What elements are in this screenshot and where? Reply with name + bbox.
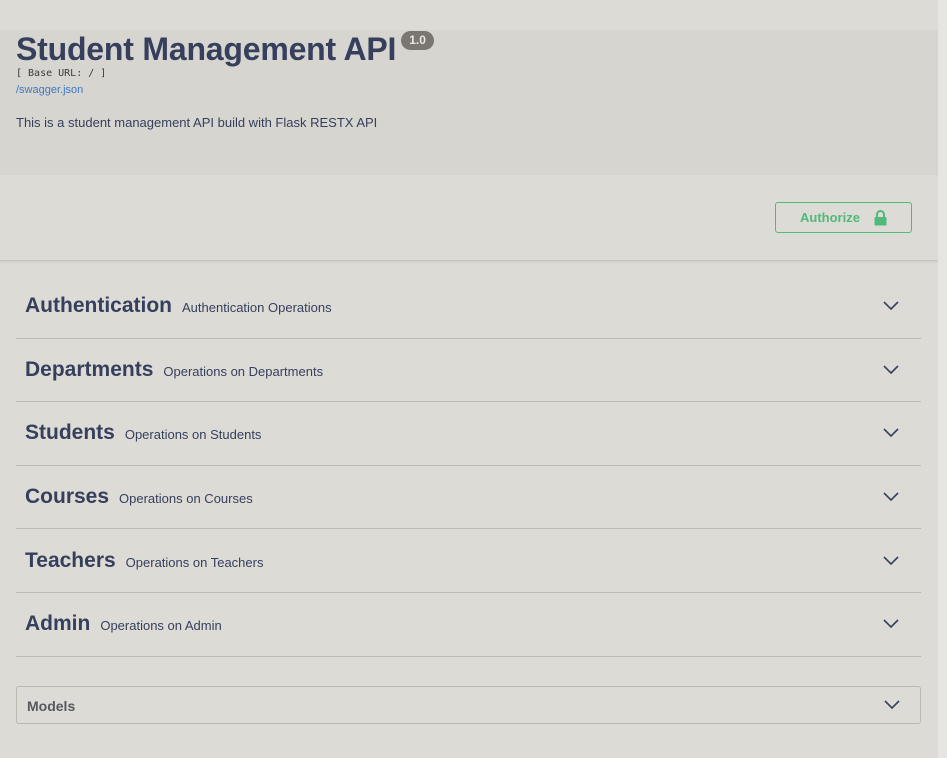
- tag-description: Operations on Teachers: [125, 554, 264, 570]
- tag-header: Admin Operations on Admin: [25, 612, 222, 636]
- swagger-json-link[interactable]: /swagger.json: [16, 84, 83, 96]
- tag-description: Authentication Operations: [182, 300, 332, 316]
- tag-header: Courses Operations on Courses: [25, 485, 253, 509]
- chevron-down-icon[interactable]: [883, 492, 899, 502]
- tag-name[interactable]: Departments: [25, 358, 153, 382]
- chevron-down-icon[interactable]: [883, 619, 899, 629]
- title-row: Student Management API 1.0: [16, 30, 434, 68]
- tag-section-authentication[interactable]: Authentication Authentication Operations: [16, 275, 921, 339]
- scrollbar[interactable]: [938, 0, 947, 758]
- tag-description: Operations on Admin: [100, 618, 222, 634]
- chevron-down-icon[interactable]: [883, 365, 899, 375]
- models-section[interactable]: Models: [16, 686, 921, 724]
- lock-icon: [874, 209, 887, 225]
- tag-section-departments[interactable]: Departments Operations on Departments: [16, 339, 921, 403]
- swagger-page: Student Management API 1.0 [ Base URL: /…: [0, 0, 947, 758]
- top-strip: [0, 0, 947, 30]
- tag-section-courses[interactable]: Courses Operations on Courses: [16, 466, 921, 530]
- chevron-down-icon[interactable]: [883, 428, 899, 438]
- tag-list: Authentication Authentication Operations D…: [16, 275, 921, 657]
- tag-name[interactable]: Teachers: [25, 549, 116, 573]
- api-title: Student Management API: [16, 31, 397, 67]
- tag-name[interactable]: Admin: [25, 612, 90, 636]
- tag-description: Operations on Courses: [119, 491, 253, 507]
- chevron-down-icon[interactable]: [884, 700, 900, 710]
- tag-name[interactable]: Students: [25, 421, 115, 445]
- authorize-label: Authorize: [800, 210, 860, 225]
- api-description: This is a student management API build w…: [16, 115, 378, 130]
- tag-section-students[interactable]: Students Operations on Students: [16, 402, 921, 466]
- models-title: Models: [27, 698, 76, 714]
- version-badge: 1.0: [401, 31, 434, 50]
- tag-header: Departments Operations on Departments: [25, 358, 323, 382]
- tag-section-teachers[interactable]: Teachers Operations on Teachers: [16, 529, 921, 593]
- api-info-section: Student Management API 1.0 [ Base URL: /…: [0, 30, 938, 175]
- tag-header: Students Operations on Students: [25, 421, 261, 445]
- scheme-container: Authorize: [0, 175, 938, 261]
- tag-description: Operations on Departments: [163, 363, 324, 379]
- tag-name[interactable]: Authentication: [25, 294, 172, 318]
- tag-description: Operations on Students: [124, 427, 262, 443]
- authorize-button[interactable]: Authorize: [775, 202, 912, 233]
- tag-section-admin[interactable]: Admin Operations on Admin: [16, 593, 921, 657]
- tag-header: Authentication Authentication Operations: [25, 294, 332, 318]
- base-url: [ Base URL: / ]: [16, 68, 107, 79]
- tag-name[interactable]: Courses: [25, 485, 109, 509]
- chevron-down-icon[interactable]: [883, 556, 899, 566]
- tag-header: Teachers Operations on Teachers: [25, 549, 263, 573]
- chevron-down-icon[interactable]: [883, 301, 899, 311]
